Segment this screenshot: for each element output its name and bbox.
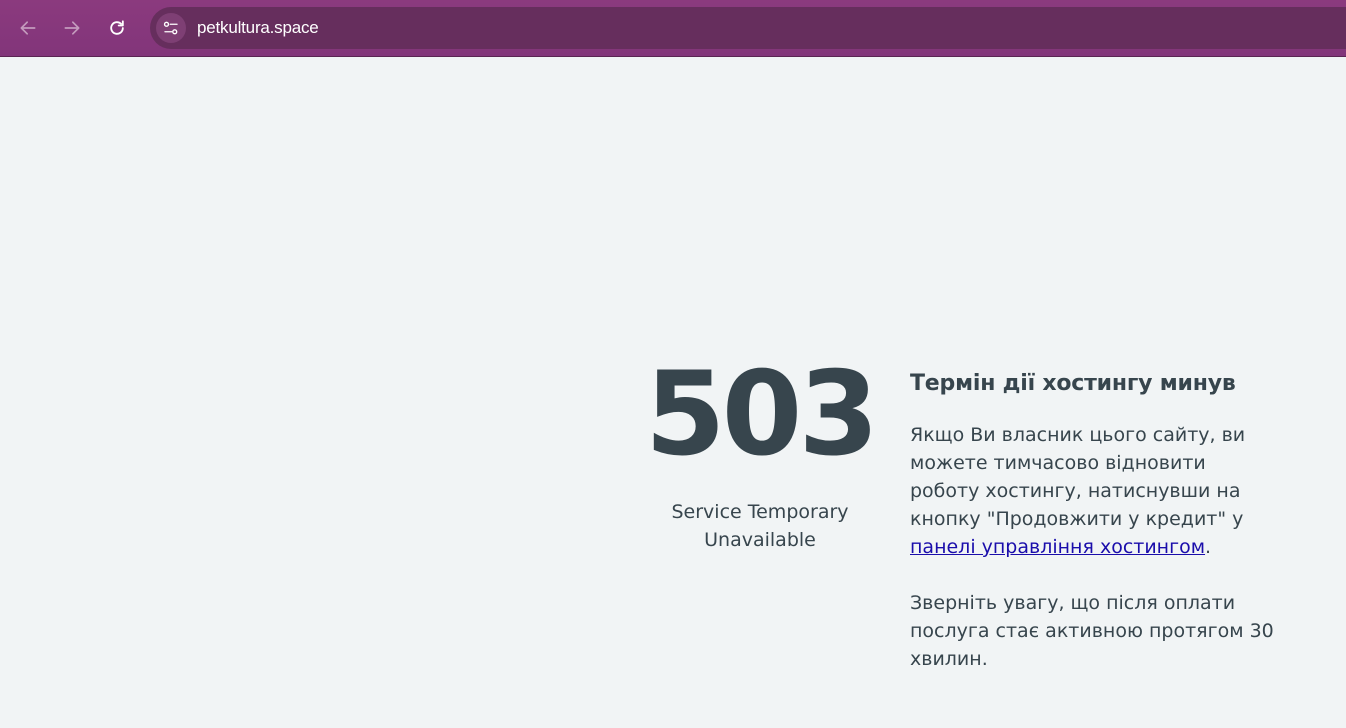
status-line-1: Service Temporary xyxy=(671,501,849,523)
address-bar[interactable]: petkultura.space xyxy=(150,7,1346,49)
back-button[interactable] xyxy=(13,13,43,43)
reload-button[interactable] xyxy=(102,13,132,43)
tune-icon xyxy=(163,21,178,35)
message-paragraph-2: Зверніть увагу, що після оплати послуга … xyxy=(910,592,1274,670)
message-paragraph-1: Якщо Ви власник цього сайту, ви можете т… xyxy=(910,421,1280,561)
url-text[interactable]: petkultura.space xyxy=(197,18,319,38)
arrow-right-icon xyxy=(64,21,80,35)
message-title: Термін дії хостингу минув xyxy=(910,371,1236,396)
hosting-panel-link[interactable]: панелі управління хостингом xyxy=(910,536,1205,558)
site-info-button[interactable] xyxy=(156,13,186,43)
error-status-text: Service Temporary Unavailable xyxy=(650,498,870,554)
page-content: 503 Service Temporary Unavailable Термін… xyxy=(0,57,1346,728)
forward-button[interactable] xyxy=(57,13,87,43)
message-block: Термін дії хостингу минув Якщо Ви власни… xyxy=(910,367,1300,673)
error-code: 503 xyxy=(644,347,879,482)
reload-icon xyxy=(110,20,124,35)
paragraph-1-end: . xyxy=(1205,536,1212,558)
arrow-left-icon xyxy=(20,21,36,35)
status-line-2: Unavailable xyxy=(704,529,816,551)
browser-toolbar: petkultura.space xyxy=(0,0,1346,57)
paragraph-1-text: Якщо Ви власник цього сайту, ви можете т… xyxy=(910,424,1246,530)
